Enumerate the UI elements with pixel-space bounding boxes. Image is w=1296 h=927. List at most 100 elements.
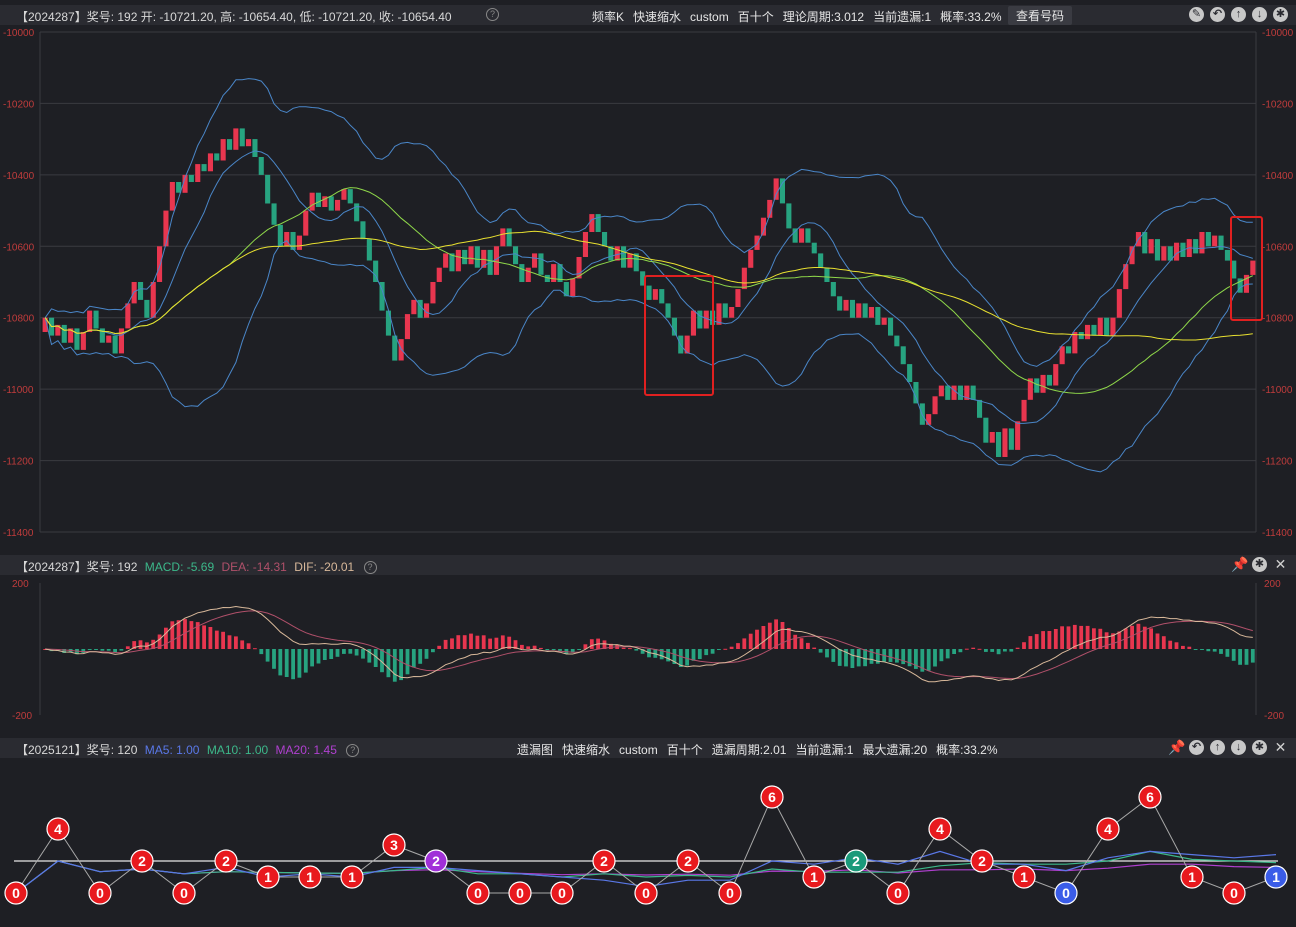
main-chart-mode: 频率K 快速缩水 custom 百十个 理论周期:3.012 当前遗漏:1 概率:33.2% bbox=[592, 8, 1002, 25]
macd-bar bbox=[303, 649, 308, 673]
help-icon[interactable]: ? bbox=[486, 8, 499, 21]
macd-bar bbox=[1149, 628, 1153, 649]
candle bbox=[430, 282, 436, 304]
miss-prefix: 【2025121】奖号: 120 bbox=[16, 743, 138, 757]
macd-bar bbox=[411, 649, 416, 668]
candle bbox=[112, 335, 118, 354]
candle bbox=[1205, 232, 1211, 247]
down-icon[interactable]: ↓ bbox=[1231, 740, 1246, 755]
candle bbox=[144, 299, 150, 318]
view-numbers-button[interactable]: 查看号码 bbox=[1008, 6, 1073, 25]
pin-icon[interactable]: 📌 bbox=[1231, 557, 1248, 572]
dea-value: DEA: -14.31 bbox=[221, 560, 287, 574]
miss-point-label: 1 bbox=[264, 869, 272, 885]
candle bbox=[830, 282, 836, 297]
candle bbox=[328, 196, 334, 211]
candlestick-chart[interactable]: -10000 -10000 -10200 -10200 -10400 -10400 -106… bbox=[0, 25, 1296, 550]
mode-label[interactable]: 频率K bbox=[592, 10, 624, 24]
macd-bar bbox=[793, 634, 798, 649]
candle bbox=[360, 221, 366, 240]
candle bbox=[150, 282, 156, 318]
down-icon[interactable]: ↓ bbox=[1252, 7, 1267, 22]
custom-label[interactable]: custom bbox=[619, 743, 658, 757]
macd-bar bbox=[723, 648, 728, 650]
miss-point-label: 2 bbox=[600, 853, 608, 869]
help-icon[interactable]: ? bbox=[346, 744, 360, 758]
candle bbox=[989, 432, 995, 443]
close-icon[interactable]: ✕ bbox=[1273, 740, 1288, 755]
candle bbox=[748, 249, 754, 268]
macd-bar bbox=[361, 649, 365, 659]
candle bbox=[754, 235, 760, 250]
position-label[interactable]: 百十个 bbox=[738, 10, 774, 24]
settings-icon[interactable]: ✱ bbox=[1252, 740, 1267, 755]
candle bbox=[506, 228, 512, 247]
candle bbox=[315, 192, 321, 207]
macd-bar bbox=[1250, 649, 1255, 663]
miss-point-label: 3 bbox=[390, 837, 398, 853]
macd-bar bbox=[895, 649, 899, 663]
macd-bar bbox=[208, 627, 213, 649]
candle bbox=[341, 189, 347, 200]
custom-label[interactable]: custom bbox=[690, 10, 729, 24]
candle bbox=[436, 267, 442, 282]
candle bbox=[907, 364, 913, 382]
macd-bar bbox=[1136, 623, 1141, 649]
undo-icon[interactable]: ↶ bbox=[1210, 7, 1225, 22]
up-icon[interactable]: ↑ bbox=[1210, 740, 1225, 755]
dif-line bbox=[45, 605, 1253, 683]
miss-point-label: 2 bbox=[222, 853, 230, 869]
candle bbox=[354, 203, 360, 222]
close-icon[interactable]: ✕ bbox=[1273, 557, 1288, 572]
candle bbox=[970, 385, 976, 400]
y-tick-label-right: -10800 bbox=[1262, 314, 1294, 325]
candle bbox=[271, 203, 277, 225]
macd-bar bbox=[1168, 640, 1173, 649]
macd-bar bbox=[291, 649, 295, 680]
macd-chart[interactable]: 200 200 -200 -200 bbox=[0, 575, 1296, 735]
candle bbox=[93, 310, 99, 329]
mode-label[interactable]: 遗漏图 bbox=[517, 743, 553, 757]
candle bbox=[74, 328, 80, 350]
miss-point-label: 0 bbox=[1230, 885, 1238, 901]
candle bbox=[894, 335, 900, 347]
macd-bar bbox=[469, 633, 473, 649]
miss-point-label: 6 bbox=[1146, 789, 1154, 805]
candle bbox=[532, 253, 538, 268]
miss-point-label: 0 bbox=[642, 885, 650, 901]
macd-bar bbox=[1079, 625, 1084, 649]
macd-bar bbox=[628, 648, 632, 650]
settings-icon[interactable]: ✱ bbox=[1273, 7, 1288, 22]
help-icon[interactable]: ? bbox=[363, 561, 377, 575]
candle bbox=[61, 324, 67, 343]
candle bbox=[500, 228, 506, 247]
candle bbox=[1116, 289, 1122, 318]
y-tick-label-right: -10400 bbox=[1262, 171, 1294, 182]
macd-bar bbox=[990, 649, 995, 652]
pin-icon[interactable]: 📌 bbox=[1168, 740, 1185, 755]
macd-bar bbox=[717, 649, 721, 650]
macd-bar bbox=[621, 647, 626, 649]
miss-chart[interactable]: 0402021 1 1320 0 020206120421046101 bbox=[0, 758, 1296, 927]
macd-bar bbox=[1212, 649, 1217, 652]
macd-info: 【2024287】奖号: 192 MACD: -5.69 DEA: -14.31… bbox=[16, 558, 377, 575]
candle bbox=[1224, 249, 1230, 261]
up-icon[interactable]: ↑ bbox=[1231, 7, 1246, 22]
candle bbox=[932, 396, 938, 415]
edit-icon[interactable]: ✎ bbox=[1189, 7, 1204, 22]
miss-line bbox=[15, 795, 1277, 894]
filter-label[interactable]: 快速缩水 bbox=[562, 743, 610, 757]
macd-bar bbox=[342, 649, 346, 654]
undo-icon[interactable]: ↶ bbox=[1189, 740, 1204, 755]
candle bbox=[220, 139, 226, 161]
candle bbox=[818, 253, 824, 268]
settings-icon[interactable]: ✱ bbox=[1252, 557, 1267, 572]
candle bbox=[303, 210, 309, 236]
macd-bar bbox=[831, 649, 836, 662]
position-label[interactable]: 百十个 bbox=[667, 743, 703, 757]
macd-bar bbox=[1174, 642, 1179, 649]
candle bbox=[163, 210, 169, 247]
candle bbox=[786, 203, 792, 229]
filter-label[interactable]: 快速缩水 bbox=[633, 10, 681, 24]
macd-bar bbox=[780, 622, 785, 649]
